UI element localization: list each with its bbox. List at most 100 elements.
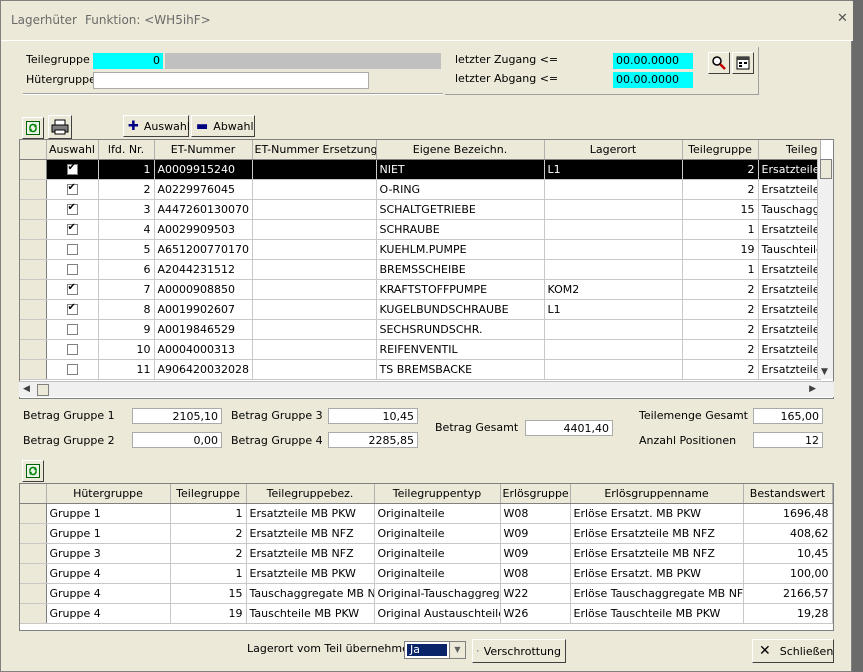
main-horizontal-scrollbar[interactable]: ◀ ▶ — [19, 381, 834, 397]
summary-header-teilegruppentyp[interactable]: Teilegruppentyp — [374, 484, 501, 504]
table-row[interactable]: Gruppe 3 2 Ersatzteile MB NFZ Originalteile… — [20, 543, 833, 564]
table-row[interactable]: 3A447260130070 SCHALTGETRIEBE 15Tauschaggr — [20, 199, 821, 220]
teilegruppe-cell: 2 — [682, 179, 759, 200]
header-teilegruppebez[interactable]: Teileg — [758, 140, 821, 160]
auswahl-cell[interactable] — [46, 179, 99, 200]
auswahl-checkbox[interactable] — [66, 222, 78, 235]
summary-header-erloesgruppe[interactable]: Erlösgruppe — [500, 484, 571, 504]
schliessen-button[interactable]: ✕ Schließen — [752, 639, 834, 663]
auswahl-cell[interactable] — [46, 299, 99, 320]
auswahl-cell[interactable] — [46, 279, 99, 300]
table-row[interactable]: Gruppe 4 1 Ersatzteile MB PKW Originalteile… — [20, 563, 833, 584]
row-selector[interactable] — [20, 259, 47, 280]
calendar-button[interactable] — [732, 52, 754, 74]
table-row[interactable]: 5 A651200770170 KUEHLM.PUMPE 19 Tauschteile — [20, 239, 821, 260]
row-selector[interactable] — [20, 503, 47, 524]
search-button[interactable] — [708, 52, 730, 74]
auswahl-cell[interactable] — [46, 259, 99, 280]
summary-header-huetergruppe[interactable]: Hütergruppe — [46, 484, 171, 504]
auswahl-checkbox[interactable] — [66, 302, 78, 315]
scroll-left-arrow-icon[interactable]: ◀ — [23, 384, 30, 394]
row-selector[interactable] — [20, 199, 47, 220]
close-icon[interactable]: ✕ — [837, 11, 848, 26]
letzter-zugang-input[interactable]: 00.00.0000 — [613, 53, 693, 69]
row-selector[interactable] — [20, 319, 47, 340]
row-selector[interactable] — [20, 603, 47, 624]
auswahl-checkbox[interactable] — [66, 344, 78, 355]
auswahl-cell[interactable] — [46, 199, 99, 220]
table-row[interactable]: Gruppe 4 15 Tauschaggregate MB N Original-T… — [20, 583, 833, 604]
table-row[interactable]: Gruppe 1 1 Ersatzteile MB PKW Originalteile… — [20, 503, 833, 524]
chevron-down-icon[interactable]: ▼ — [449, 642, 465, 658]
print-button[interactable] — [48, 115, 72, 139]
auswahl-checkbox[interactable] — [66, 324, 78, 335]
letzter-abgang-input[interactable]: 00.00.0000 — [613, 72, 693, 88]
row-selector[interactable] — [20, 239, 47, 260]
row-selector[interactable] — [20, 359, 47, 380]
main-vertical-scrollbar[interactable]: ▼ — [817, 159, 833, 379]
table-row[interactable]: 9A0019846529 SECHSRUNDSCHR. 2Ersatzteile M — [20, 319, 821, 340]
summary-refresh-button[interactable] — [22, 460, 44, 482]
summary-header-erloesgruppenname[interactable]: Erlösgruppenname — [570, 484, 744, 504]
summary-header-bestandswert[interactable]: Bestandswert — [743, 484, 833, 504]
row-selector[interactable] — [20, 279, 47, 300]
summary-header-teilegruppebez[interactable]: Teilegruppebez. — [246, 484, 375, 504]
table-row[interactable]: 11 A906420032028 TS BREMSBACKE 2 Ersatzteile… — [20, 359, 821, 380]
table-row[interactable]: 6A2044231512 BREMSSCHEIBE 1Ersatzteile M — [20, 259, 821, 280]
auswahl-cell[interactable] — [46, 339, 99, 360]
auswahl-button[interactable]: ✚ Auswahl — [123, 115, 190, 137]
h-scroll-thumb[interactable] — [37, 384, 49, 396]
scroll-down-arrow-icon[interactable]: ▼ — [821, 367, 828, 377]
auswahl-cell[interactable] — [46, 159, 99, 180]
betrag-gruppe-4-label: Betrag Gruppe 4 — [231, 434, 323, 447]
auswahl-cell[interactable] — [46, 239, 99, 260]
verschrottung-button[interactable]: Verschrottung — [472, 639, 566, 663]
teilegruppe-cell: 19 — [170, 603, 247, 624]
row-selector[interactable] — [20, 583, 47, 604]
scroll-right-arrow-icon[interactable]: ▶ — [809, 384, 816, 394]
huetergruppe-input[interactable] — [93, 72, 369, 89]
row-selector[interactable] — [20, 299, 47, 320]
table-row[interactable]: Gruppe 1 2 Ersatzteile MB NFZ Originalteile… — [20, 523, 833, 544]
summary-header-teilegruppe[interactable]: Teilegruppe — [170, 484, 247, 504]
row-selector[interactable] — [20, 219, 47, 240]
table-row[interactable]: 1A0009915240 NIETL12Ersatzteile M — [20, 159, 821, 180]
row-selector[interactable] — [20, 179, 47, 200]
table-row[interactable]: 8A0019902607 KUGELBUNDSCHRAUBEL12Ersatzte… — [20, 299, 821, 320]
auswahl-checkbox[interactable] — [66, 264, 78, 275]
header-bezeichnung[interactable]: Eigene Bezeichn. — [376, 140, 545, 160]
table-row[interactable]: 7A0000908850 KRAFTSTOFFPUMPEKOM22Ersatzte… — [20, 279, 821, 300]
auswahl-cell[interactable] — [46, 219, 99, 240]
abwahl-button[interactable]: ▬ Abwahl — [191, 115, 255, 137]
refresh-button[interactable] — [22, 117, 44, 139]
auswahl-checkbox[interactable] — [66, 244, 78, 255]
lagerort-select[interactable]: Ja ▼ — [404, 641, 466, 659]
table-row[interactable]: 10A0004000313 REIFENVENTIL 2Ersatzteile M — [20, 339, 821, 360]
scroll-thumb[interactable] — [819, 159, 832, 179]
header-lfd-nr[interactable]: lfd. Nr. — [98, 140, 155, 160]
header-auswahl[interactable]: Auswahl — [46, 140, 99, 160]
auswahl-cell[interactable] — [46, 359, 99, 380]
auswahl-checkbox[interactable] — [66, 364, 78, 375]
teilegruppebez-cell: Tauschteile — [758, 239, 821, 260]
row-selector[interactable] — [20, 523, 47, 544]
auswahl-checkbox[interactable] — [66, 182, 78, 195]
teilegruppe-cell: 2 — [682, 319, 759, 340]
auswahl-checkbox[interactable] — [66, 282, 78, 295]
teilegruppe-input[interactable]: 0 — [93, 53, 163, 69]
header-et-ersetzung[interactable]: ET-Nummer Ersetzung — [252, 140, 377, 160]
row-selector[interactable] — [20, 339, 47, 360]
header-teilegruppe[interactable]: Teilegruppe — [682, 140, 759, 160]
table-row[interactable]: 4A0029909503 SCHRAUBE 1Ersatzteile M — [20, 219, 821, 240]
row-selector[interactable] — [20, 563, 47, 584]
header-lagerort[interactable]: Lagerort — [544, 140, 683, 160]
table-row[interactable]: Gruppe 4 19 Tauschteile MB PKW Original Aus… — [20, 603, 833, 624]
header-et-nummer[interactable]: ET-Nummer — [154, 140, 253, 160]
auswahl-checkbox[interactable] — [66, 202, 78, 215]
auswahl-checkbox[interactable] — [66, 162, 78, 175]
auswahl-cell[interactable] — [46, 319, 99, 340]
row-selector[interactable] — [20, 543, 47, 564]
table-row[interactable]: 2A0229976045O-RING2Ersatzteile M — [20, 179, 821, 200]
abwahl-label: Abwahl — [213, 119, 254, 133]
row-selector[interactable] — [20, 159, 47, 180]
